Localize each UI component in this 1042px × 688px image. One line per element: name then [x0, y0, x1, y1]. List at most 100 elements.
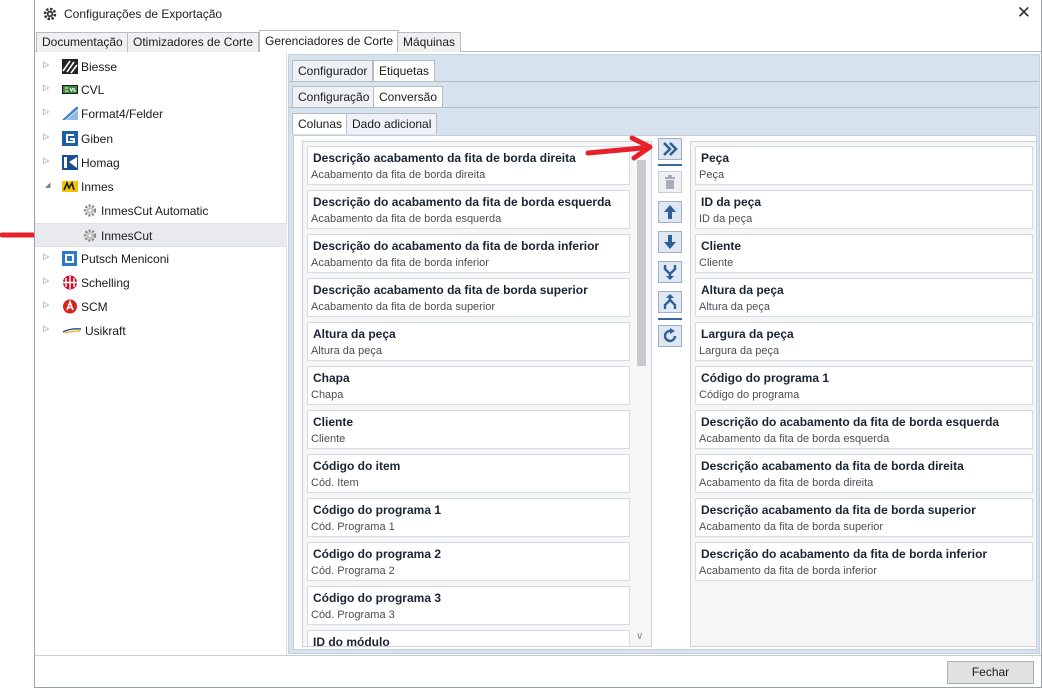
- list-item[interactable]: Cliente Cliente: [695, 234, 1033, 273]
- expand-icon[interactable]: ▷: [43, 300, 49, 309]
- expand-icon[interactable]: ▷: [43, 60, 49, 69]
- column-title: Altura da peça: [701, 283, 784, 297]
- tree-item-label: Putsch Meniconi: [81, 252, 170, 266]
- tree-item-usikraft[interactable]: ▷ Usikraft: [35, 320, 287, 342]
- tab-otimizadores-de-corte[interactable]: Otimizadores de Corte: [127, 32, 260, 52]
- tree-item-biesse[interactable]: ▷ Biesse: [35, 56, 287, 78]
- list-item[interactable]: Descrição do acabamento da fita de borda…: [695, 542, 1033, 581]
- column-title: Altura da peça: [313, 327, 396, 341]
- expand-icon[interactable]: ▷: [43, 132, 49, 141]
- list-item[interactable]: Código do programa 1 Código do programa: [695, 366, 1033, 405]
- expand-icon[interactable]: ▷: [43, 324, 49, 333]
- fechar-button[interactable]: Fechar: [947, 661, 1034, 684]
- list-item[interactable]: Descrição acabamento da fita de borda su…: [695, 498, 1033, 537]
- delete-button[interactable]: [658, 171, 682, 193]
- tree-item-giben[interactable]: ▷ Giben: [35, 128, 287, 150]
- tree-item-label: SCM: [81, 300, 108, 314]
- tree-item-label: Format4/Felder: [81, 107, 164, 121]
- list-item[interactable]: Altura da peça Altura da peça: [307, 322, 630, 361]
- collapse-icon[interactable]: ◢: [45, 181, 50, 189]
- list-item[interactable]: Descrição do acabamento da fita de borda…: [695, 410, 1033, 449]
- expand-icon[interactable]: ▷: [43, 83, 49, 92]
- list-item[interactable]: Descrição acabamento da fita de borda di…: [695, 454, 1033, 493]
- tree-item-label: Homag: [81, 156, 120, 170]
- list-item[interactable]: Peça Peça: [695, 146, 1033, 185]
- close-icon[interactable]: ✕: [1017, 3, 1031, 23]
- tree-item-format4[interactable]: ▷ Format4/Felder: [35, 103, 287, 125]
- expand-icon[interactable]: ▷: [43, 156, 49, 165]
- list-item[interactable]: Descrição do acabamento da fita de borda…: [307, 234, 630, 273]
- tab-documentacao[interactable]: Documentação: [36, 32, 129, 52]
- columns-editor: Descrição acabamento da fita de borda di…: [293, 135, 1037, 650]
- expand-icon[interactable]: ▷: [43, 276, 49, 285]
- list-item[interactable]: Código do programa 1 Cód. Programa 1: [307, 498, 630, 537]
- separator: [658, 318, 682, 320]
- tree-item-homag[interactable]: ▷ Homag: [35, 152, 287, 174]
- column-title: ID da peça: [701, 195, 762, 209]
- column-subtitle: Acabamento da fita de borda esquerda: [311, 213, 502, 225]
- list-item[interactable]: Código do item Cód. Item: [307, 454, 630, 493]
- export-settings-window: Configurações de Exportação ✕ Documentaç…: [34, 0, 1042, 688]
- tree-item-inmes[interactable]: ◢ Inmes: [35, 176, 287, 198]
- list-item[interactable]: ID do módulo: [307, 630, 630, 647]
- window-title: Configurações de Exportação: [64, 7, 223, 21]
- expand-icon[interactable]: ▷: [43, 107, 49, 116]
- list-item[interactable]: Descrição do acabamento da fita de borda…: [307, 190, 630, 229]
- tab-maquinas[interactable]: Máquinas: [397, 32, 462, 52]
- scrollbar-thumb[interactable]: [637, 160, 646, 366]
- scm-logo-icon: [63, 299, 77, 314]
- column-title: Descrição do acabamento da fita de borda…: [701, 415, 1000, 429]
- column-title: Peça: [701, 151, 730, 165]
- main-tabs: Documentação Otimizadores de Corte Geren…: [35, 30, 1041, 53]
- column-subtitle: Cód. Programa 2: [311, 565, 395, 577]
- tree-item-inmescut-automatic[interactable]: InmesCut Automatic: [35, 200, 287, 222]
- column-title: Código do item: [313, 459, 401, 473]
- inmes-logo-icon: [62, 180, 78, 192]
- list-item[interactable]: Altura da peça Altura da peça: [695, 278, 1033, 317]
- list-item[interactable]: Código do programa 2 Cód. Programa 2: [307, 542, 630, 581]
- move-up-button[interactable]: [658, 201, 682, 223]
- scrollbar[interactable]: ∨: [633, 142, 651, 646]
- list-item[interactable]: Chapa Chapa: [307, 366, 630, 405]
- tab-gerenciadores-de-corte[interactable]: Gerenciadores de Corte: [259, 30, 400, 53]
- column-title: Descrição do acabamento da fita de borda…: [313, 239, 600, 253]
- expand-icon[interactable]: ▷: [43, 252, 49, 261]
- add-all-icon: [663, 142, 678, 156]
- move-down-button[interactable]: [658, 231, 682, 253]
- tree-item-inmescut[interactable]: InmesCut: [35, 223, 287, 247]
- tree-item-scm[interactable]: ▷ SCM: [35, 296, 287, 318]
- list-item[interactable]: Descrição acabamento da fita de borda di…: [307, 146, 630, 185]
- refresh-icon: [663, 328, 677, 343]
- scroll-down-icon[interactable]: ∨: [636, 631, 643, 642]
- tab-configuracao[interactable]: Configuração: [292, 86, 376, 107]
- column-subtitle: Cód. Programa 1: [311, 521, 395, 533]
- settings-area: Configurador Etiquetas Configuração Conv…: [287, 52, 1041, 655]
- column-subtitle: Acabamento da fita de borda inferior: [699, 565, 877, 577]
- list-item[interactable]: ID da peça ID da peça: [695, 190, 1033, 229]
- column-subtitle: Peça: [699, 169, 725, 181]
- tab-dado-adicional[interactable]: Dado adicional: [346, 113, 438, 134]
- tab-configurador[interactable]: Configurador: [292, 60, 374, 81]
- tree-item-schelling[interactable]: ▷ Schelling: [35, 272, 287, 294]
- tab-colunas[interactable]: Colunas: [292, 113, 349, 134]
- list-item[interactable]: Descrição acabamento da fita de borda su…: [307, 278, 630, 317]
- tree-item-cvl[interactable]: ▷ CVL: [35, 79, 287, 101]
- merge-button[interactable]: [658, 261, 682, 283]
- list-item[interactable]: Cliente Cliente: [307, 410, 630, 449]
- column-title: ID do módulo: [313, 635, 390, 647]
- tab-etiquetas[interactable]: Etiquetas: [373, 60, 436, 81]
- tab-conversao[interactable]: Conversão: [373, 86, 444, 107]
- title-bar: Configurações de Exportação ✕: [35, 0, 1041, 30]
- column-title: Cliente: [701, 239, 742, 253]
- column-title: Código do programa 1: [313, 503, 442, 517]
- tree-item-putsch-meniconi[interactable]: ▷ Putsch Meniconi: [35, 248, 287, 270]
- list-item[interactable]: Código do programa 3 Cód. Programa 3: [307, 586, 630, 625]
- split-button[interactable]: [658, 291, 682, 313]
- list-item[interactable]: Largura da peça Largura da peça: [695, 322, 1033, 361]
- tab-underline: [289, 81, 1039, 82]
- column-subtitle: Cliente: [311, 433, 346, 445]
- column-title: Chapa: [313, 371, 350, 385]
- refresh-button[interactable]: [658, 325, 682, 347]
- add-all-button[interactable]: [658, 138, 682, 160]
- column-title: Descrição do acabamento da fita de borda…: [313, 195, 612, 209]
